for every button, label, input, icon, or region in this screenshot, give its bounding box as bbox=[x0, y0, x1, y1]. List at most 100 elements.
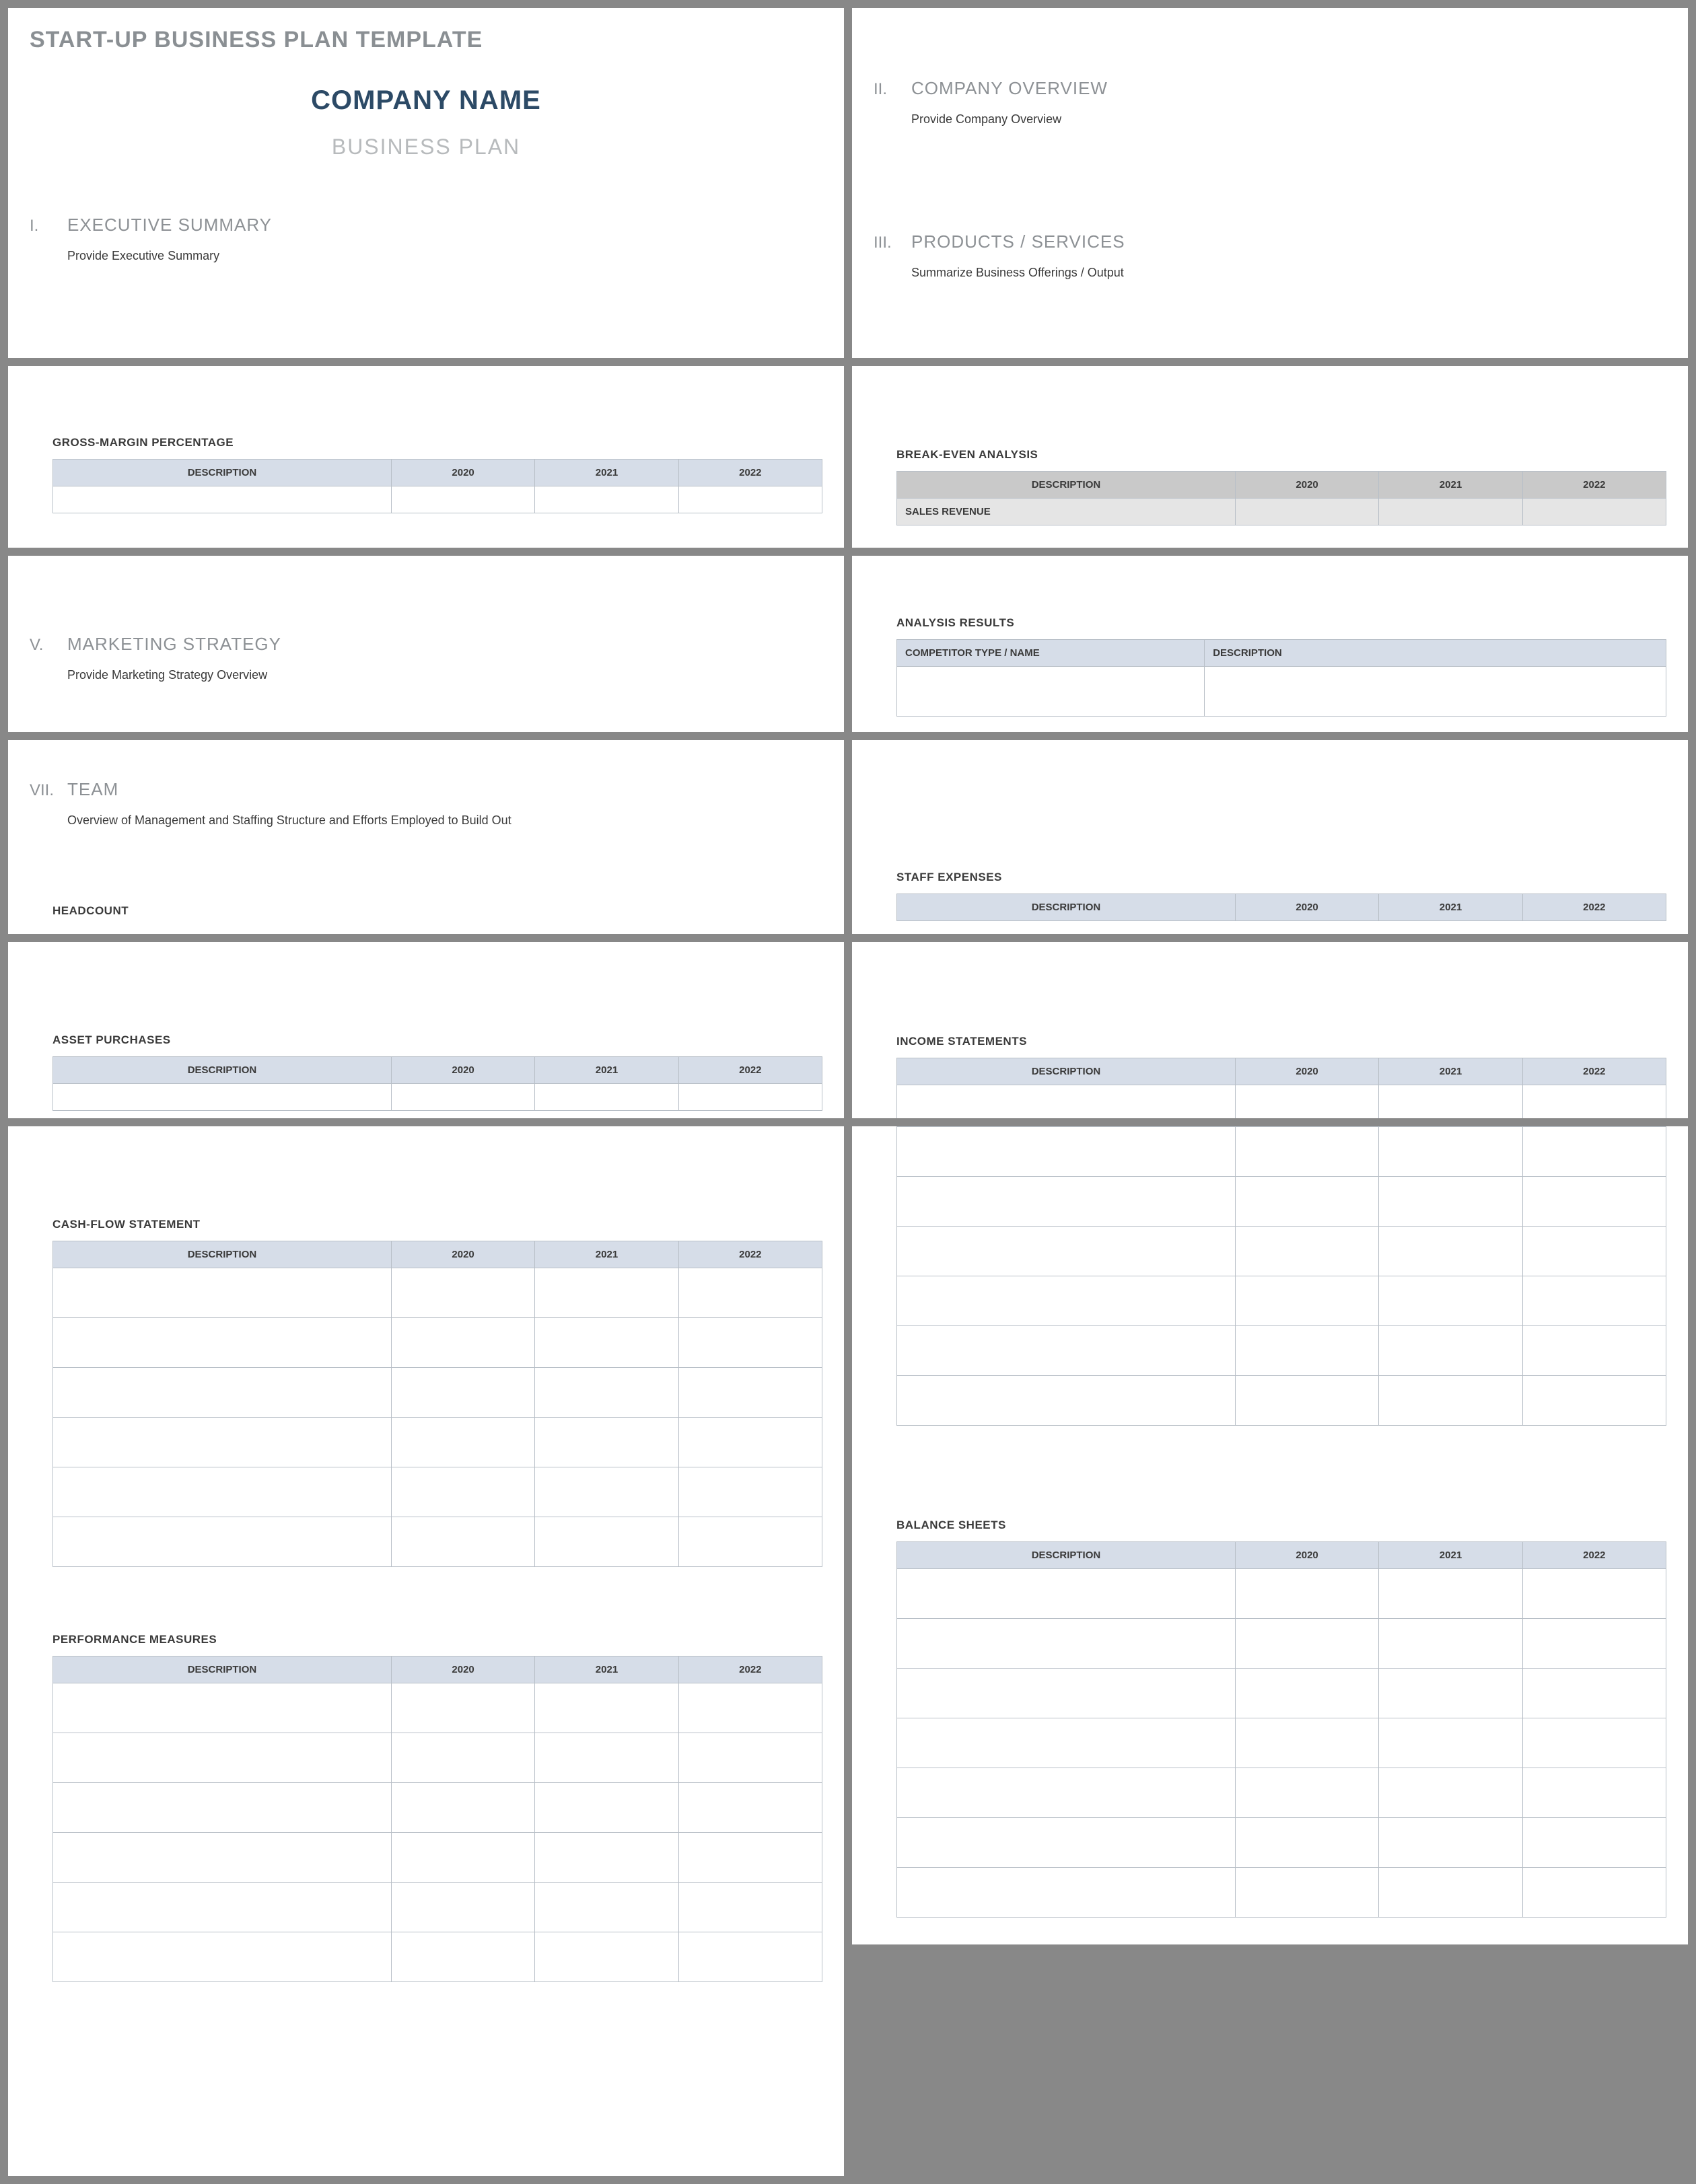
section-team: VII. TEAM bbox=[30, 779, 822, 800]
th-2020: 2020 bbox=[1235, 1542, 1378, 1569]
th-2020: 2020 bbox=[1235, 894, 1378, 921]
table-staff-expenses: DESCRIPTION 2020 2021 2022 bbox=[896, 894, 1666, 921]
section-body: Provide Company Overview bbox=[911, 111, 1666, 128]
cell bbox=[1235, 1669, 1378, 1718]
th-2021: 2021 bbox=[1379, 1058, 1522, 1085]
section-title: COMPANY OVERVIEW bbox=[911, 78, 1108, 99]
cell bbox=[1522, 1669, 1666, 1718]
page-cashflow-performance: CASH-FLOW STATEMENT DESCRIPTION 2020 202… bbox=[8, 1126, 844, 2176]
table-balance-sheets: DESCRIPTION 2020 2021 2022 bbox=[896, 1541, 1666, 1918]
cell bbox=[1379, 1227, 1522, 1276]
section-number: II. bbox=[874, 80, 898, 99]
cell bbox=[391, 1467, 534, 1517]
cell bbox=[1235, 1276, 1378, 1326]
cell bbox=[1379, 1326, 1522, 1376]
th-2022: 2022 bbox=[678, 460, 822, 486]
cell bbox=[897, 1085, 1236, 1119]
cell bbox=[535, 1733, 678, 1783]
cell bbox=[1379, 1376, 1522, 1426]
cell bbox=[53, 1318, 392, 1368]
subsection-analysis-results: ANALYSIS RESULTS bbox=[896, 616, 1666, 630]
cell bbox=[1235, 1177, 1378, 1227]
th-description: DESCRIPTION bbox=[897, 1542, 1236, 1569]
cell bbox=[535, 1883, 678, 1932]
cell bbox=[535, 1318, 678, 1368]
cell bbox=[1379, 499, 1522, 525]
th-2021: 2021 bbox=[535, 1057, 678, 1084]
cell bbox=[678, 1733, 822, 1783]
table-asset-purchases: DESCRIPTION 2020 2021 2022 bbox=[52, 1056, 822, 1111]
cell bbox=[1522, 1376, 1666, 1426]
table-income-statements-body bbox=[896, 1126, 1666, 1426]
subsection-cash-flow: CASH-FLOW STATEMENT bbox=[52, 1218, 822, 1231]
cell bbox=[1235, 1569, 1378, 1619]
page-analysis-results: ANALYSIS RESULTS COMPETITOR TYPE / NAME … bbox=[852, 556, 1688, 732]
cell bbox=[678, 1268, 822, 1318]
cell bbox=[1235, 1326, 1378, 1376]
cell bbox=[53, 1517, 392, 1567]
cell bbox=[678, 1418, 822, 1467]
cell bbox=[678, 1883, 822, 1932]
cell bbox=[1235, 1868, 1378, 1918]
cell bbox=[53, 1368, 392, 1418]
cell bbox=[53, 1084, 392, 1111]
cell bbox=[1522, 1276, 1666, 1326]
cell bbox=[897, 1818, 1236, 1868]
cell bbox=[678, 1318, 822, 1368]
section-number: V. bbox=[30, 636, 54, 655]
section-company-overview: II. COMPANY OVERVIEW bbox=[874, 78, 1666, 99]
cell bbox=[391, 1418, 534, 1467]
company-name: COMPANY NAME bbox=[30, 85, 822, 116]
th-2022: 2022 bbox=[1522, 894, 1666, 921]
cell bbox=[897, 1718, 1236, 1768]
cell bbox=[1235, 1818, 1378, 1868]
page-income-balance: BALANCE SHEETS DESCRIPTION 2020 2021 202… bbox=[852, 1126, 1688, 2176]
cell bbox=[897, 667, 1205, 717]
cell bbox=[391, 1932, 534, 1982]
cell bbox=[897, 1768, 1236, 1818]
cell bbox=[53, 1418, 392, 1467]
cell bbox=[897, 1326, 1236, 1376]
cell bbox=[1522, 1868, 1666, 1918]
th-description: DESCRIPTION bbox=[897, 1058, 1236, 1085]
cell bbox=[678, 1932, 822, 1982]
cell bbox=[678, 1833, 822, 1883]
th-2020: 2020 bbox=[1235, 1058, 1378, 1085]
cell bbox=[1522, 1818, 1666, 1868]
cell bbox=[1379, 1669, 1522, 1718]
section-title: PRODUCTS / SERVICES bbox=[911, 231, 1125, 252]
table-break-even: DESCRIPTION 2020 2021 2022 SALES REVENUE bbox=[896, 471, 1666, 525]
cell bbox=[1235, 1127, 1378, 1177]
cell bbox=[535, 1517, 678, 1567]
page-gross-margin: GROSS-MARGIN PERCENTAGE DESCRIPTION 2020… bbox=[8, 366, 844, 548]
th-competitor: COMPETITOR TYPE / NAME bbox=[897, 640, 1205, 667]
section-body: Summarize Business Offerings / Output bbox=[911, 264, 1666, 281]
cell bbox=[1379, 1818, 1522, 1868]
th-2020: 2020 bbox=[391, 1657, 534, 1683]
th-2021: 2021 bbox=[535, 1241, 678, 1268]
cell bbox=[391, 486, 534, 513]
cell bbox=[391, 1783, 534, 1833]
cell bbox=[897, 1376, 1236, 1426]
cell bbox=[1379, 1177, 1522, 1227]
th-description: DESCRIPTION bbox=[897, 894, 1236, 921]
cell bbox=[1235, 1085, 1378, 1119]
cell bbox=[897, 1177, 1236, 1227]
document-title: START-UP BUSINESS PLAN TEMPLATE bbox=[30, 27, 822, 53]
cell bbox=[897, 1619, 1236, 1669]
cell bbox=[1235, 1376, 1378, 1426]
subsection-break-even: BREAK-EVEN ANALYSIS bbox=[896, 448, 1666, 462]
cell bbox=[678, 1783, 822, 1833]
cell bbox=[1522, 499, 1666, 525]
cell bbox=[678, 1368, 822, 1418]
cell bbox=[535, 1418, 678, 1467]
cell bbox=[1379, 1276, 1522, 1326]
cell bbox=[53, 1683, 392, 1733]
cell bbox=[535, 1783, 678, 1833]
th-2021: 2021 bbox=[535, 460, 678, 486]
cell bbox=[1379, 1619, 1522, 1669]
th-2020: 2020 bbox=[391, 460, 534, 486]
cell bbox=[53, 1467, 392, 1517]
table-cash-flow: DESCRIPTION 2020 2021 2022 bbox=[52, 1241, 822, 1567]
cell bbox=[1522, 1085, 1666, 1119]
